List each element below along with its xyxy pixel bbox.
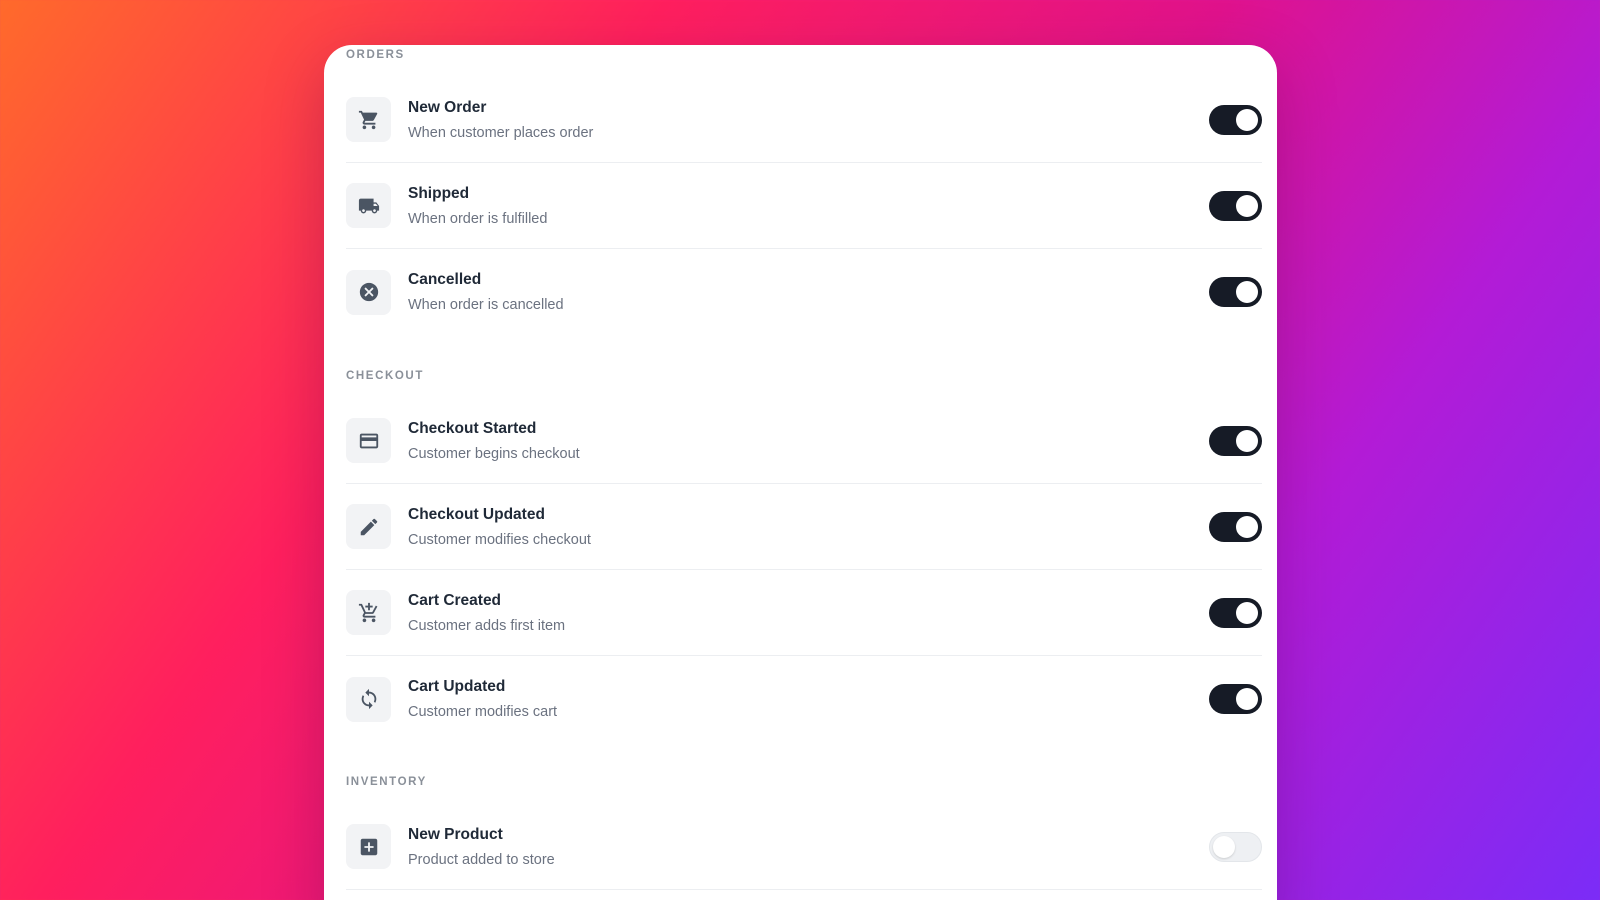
- setting-description: When order is fulfilled: [408, 210, 548, 227]
- checkout-started-toggle[interactable]: [1209, 425, 1262, 456]
- cancelled-toggle[interactable]: [1209, 277, 1262, 307]
- setting-title: Checkout Updated: [408, 505, 545, 523]
- cancel-circle-icon: [346, 269, 391, 315]
- toggle-knob: [1213, 835, 1235, 858]
- new-order-toggle[interactable]: [1209, 104, 1262, 135]
- setting-row-new-order: New Order When customer places order: [346, 77, 1262, 163]
- toggle-knob: [1236, 429, 1258, 452]
- setting-row-checkout-started: Checkout Started Customer begins checkou…: [346, 398, 1262, 484]
- setting-row-shipped: Shipped When order is fulfilled: [346, 163, 1262, 249]
- setting-row-cart-created: Cart Created Customer adds first item: [346, 570, 1262, 656]
- cart-plus-icon: [346, 590, 391, 635]
- setting-title: New Product: [408, 825, 503, 843]
- truck-icon: [346, 183, 391, 228]
- setting-title: Cart Updated: [408, 678, 506, 695]
- setting-row-cart-updated: Cart Updated Customer modifies cart: [346, 656, 1262, 742]
- cart-updated-toggle[interactable]: [1209, 684, 1262, 714]
- setting-row-new-product: New Product Product added to store: [346, 804, 1262, 890]
- toggle-knob: [1236, 194, 1258, 217]
- setting-description: When customer places order: [408, 124, 594, 141]
- cart-created-toggle[interactable]: [1209, 597, 1262, 628]
- section-header-checkout: CHECKOUT: [346, 370, 424, 382]
- notification-settings-card: ORDERS New Order When customer places or…: [324, 45, 1277, 900]
- new-product-toggle[interactable]: [1209, 831, 1262, 862]
- plus-box-icon: [346, 824, 391, 869]
- setting-description: Customer begins checkout: [408, 445, 580, 462]
- setting-row-cancelled: Cancelled When order is cancelled: [346, 249, 1262, 335]
- toggle-knob: [1236, 281, 1258, 303]
- toggle-knob: [1236, 515, 1258, 538]
- sync-icon: [346, 676, 391, 722]
- checkout-updated-toggle[interactable]: [1209, 511, 1262, 542]
- setting-title: Checkout Started: [408, 419, 537, 437]
- toggle-knob: [1236, 688, 1258, 710]
- pencil-icon: [346, 504, 391, 549]
- toggle-knob: [1236, 108, 1258, 131]
- toggle-knob: [1236, 601, 1258, 624]
- setting-title: Cancelled: [408, 271, 482, 288]
- setting-description: When order is cancelled: [408, 297, 564, 313]
- setting-row-checkout-updated: Checkout Updated Customer modifies check…: [346, 484, 1262, 570]
- setting-title: New Order: [408, 98, 487, 116]
- setting-description: Customer adds first item: [408, 617, 566, 634]
- setting-title: Cart Created: [408, 591, 502, 609]
- credit-card-icon: [346, 418, 391, 463]
- setting-title: Shipped: [408, 184, 470, 202]
- setting-description: Customer modifies cart: [408, 704, 558, 720]
- section-header-orders: ORDERS: [346, 49, 405, 61]
- setting-description: Product added to store: [408, 851, 555, 868]
- setting-description: Customer modifies checkout: [408, 531, 591, 548]
- cart-icon: [346, 97, 391, 142]
- section-header-inventory: INVENTORY: [346, 776, 427, 788]
- shipped-toggle[interactable]: [1209, 190, 1262, 221]
